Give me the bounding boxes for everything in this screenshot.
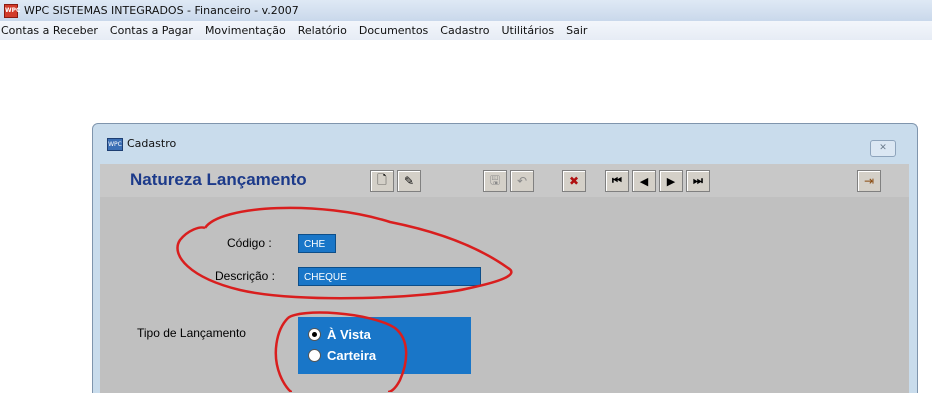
exit-icon: ⇥ bbox=[863, 174, 875, 188]
undo-icon: ↶ bbox=[516, 174, 528, 188]
radio-a-vista[interactable]: À Vista bbox=[308, 327, 371, 342]
new-document-icon: 🗋 bbox=[377, 172, 387, 187]
delete-icon: ✖ bbox=[568, 174, 580, 188]
menu-cadastro[interactable]: Cadastro bbox=[438, 24, 496, 37]
last-record-icon: ⏭ bbox=[693, 174, 703, 187]
previous-record-icon: ◀ bbox=[639, 174, 649, 188]
cadastro-window: WPC Cadastro ✕ Natureza Lançamento 🗋 ✎ 🖫… bbox=[92, 123, 918, 393]
window-title: Cadastro bbox=[127, 137, 177, 150]
menu-documentos[interactable]: Documentos bbox=[357, 24, 435, 37]
exit-button[interactable]: ⇥ bbox=[857, 170, 881, 192]
menu-utilitarios[interactable]: Utilitários bbox=[500, 24, 562, 37]
menu-contas-receber[interactable]: Contas a Receber bbox=[0, 24, 105, 37]
next-record-button[interactable]: ▶ bbox=[659, 170, 683, 192]
previous-record-button[interactable]: ◀ bbox=[632, 170, 656, 192]
app-icon: WPC bbox=[4, 3, 20, 18]
form-client-area: Natureza Lançamento 🗋 ✎ 🖫 ↶ ✖ ⏮ ◀ ▶ ⏭ ⇥ … bbox=[100, 164, 909, 393]
radio-selected-icon bbox=[308, 328, 321, 341]
form-title: Natureza Lançamento bbox=[130, 170, 307, 189]
app-title: WPC SISTEMAS INTEGRADOS - Financeiro - v… bbox=[24, 4, 299, 17]
undo-button[interactable]: ↶ bbox=[510, 170, 534, 192]
cadastro-titlebar: WPC Cadastro ✕ bbox=[93, 124, 917, 164]
menu-contas-pagar[interactable]: Contas a Pagar bbox=[108, 24, 200, 37]
save-button[interactable]: 🖫 bbox=[483, 170, 507, 192]
menu-movimentacao[interactable]: Movimentação bbox=[203, 24, 293, 37]
save-icon: 🖫 bbox=[489, 172, 501, 187]
tipo-lancamento-label: Tipo de Lançamento bbox=[137, 326, 246, 340]
first-record-icon: ⏮ bbox=[612, 174, 622, 187]
next-record-icon: ▶ bbox=[666, 174, 676, 188]
close-button[interactable]: ✕ bbox=[870, 140, 896, 157]
radio-carteira-label: Carteira bbox=[327, 348, 377, 363]
edit-icon: ✎ bbox=[403, 174, 415, 188]
radio-a-vista-label: À Vista bbox=[327, 327, 371, 342]
radio-unselected-icon bbox=[308, 349, 321, 362]
last-record-button[interactable]: ⏭ bbox=[686, 170, 710, 192]
window-icon: WPC bbox=[107, 138, 123, 151]
descricao-label: Descrição : bbox=[215, 269, 276, 283]
menu-relatorio[interactable]: Relatório bbox=[296, 24, 354, 37]
menu-sair[interactable]: Sair bbox=[564, 24, 594, 37]
codigo-field[interactable]: CHE bbox=[298, 234, 336, 253]
tipo-lancamento-group: À Vista Carteira bbox=[298, 317, 471, 374]
codigo-label: Código : bbox=[227, 236, 272, 250]
app-titlebar: WPC WPC SISTEMAS INTEGRADOS - Financeiro… bbox=[0, 0, 932, 21]
form-toolbar: Natureza Lançamento 🗋 ✎ 🖫 ↶ ✖ ⏮ ◀ ▶ ⏭ ⇥ bbox=[100, 164, 909, 197]
menubar: Contas a Receber Contas a Pagar Moviment… bbox=[0, 21, 932, 40]
radio-carteira[interactable]: Carteira bbox=[308, 348, 376, 363]
descricao-field[interactable]: CHEQUE bbox=[298, 267, 481, 286]
edit-record-button[interactable]: ✎ bbox=[397, 170, 421, 192]
first-record-button[interactable]: ⏮ bbox=[605, 170, 629, 192]
new-record-button[interactable]: 🗋 bbox=[370, 170, 394, 192]
delete-button[interactable]: ✖ bbox=[562, 170, 586, 192]
